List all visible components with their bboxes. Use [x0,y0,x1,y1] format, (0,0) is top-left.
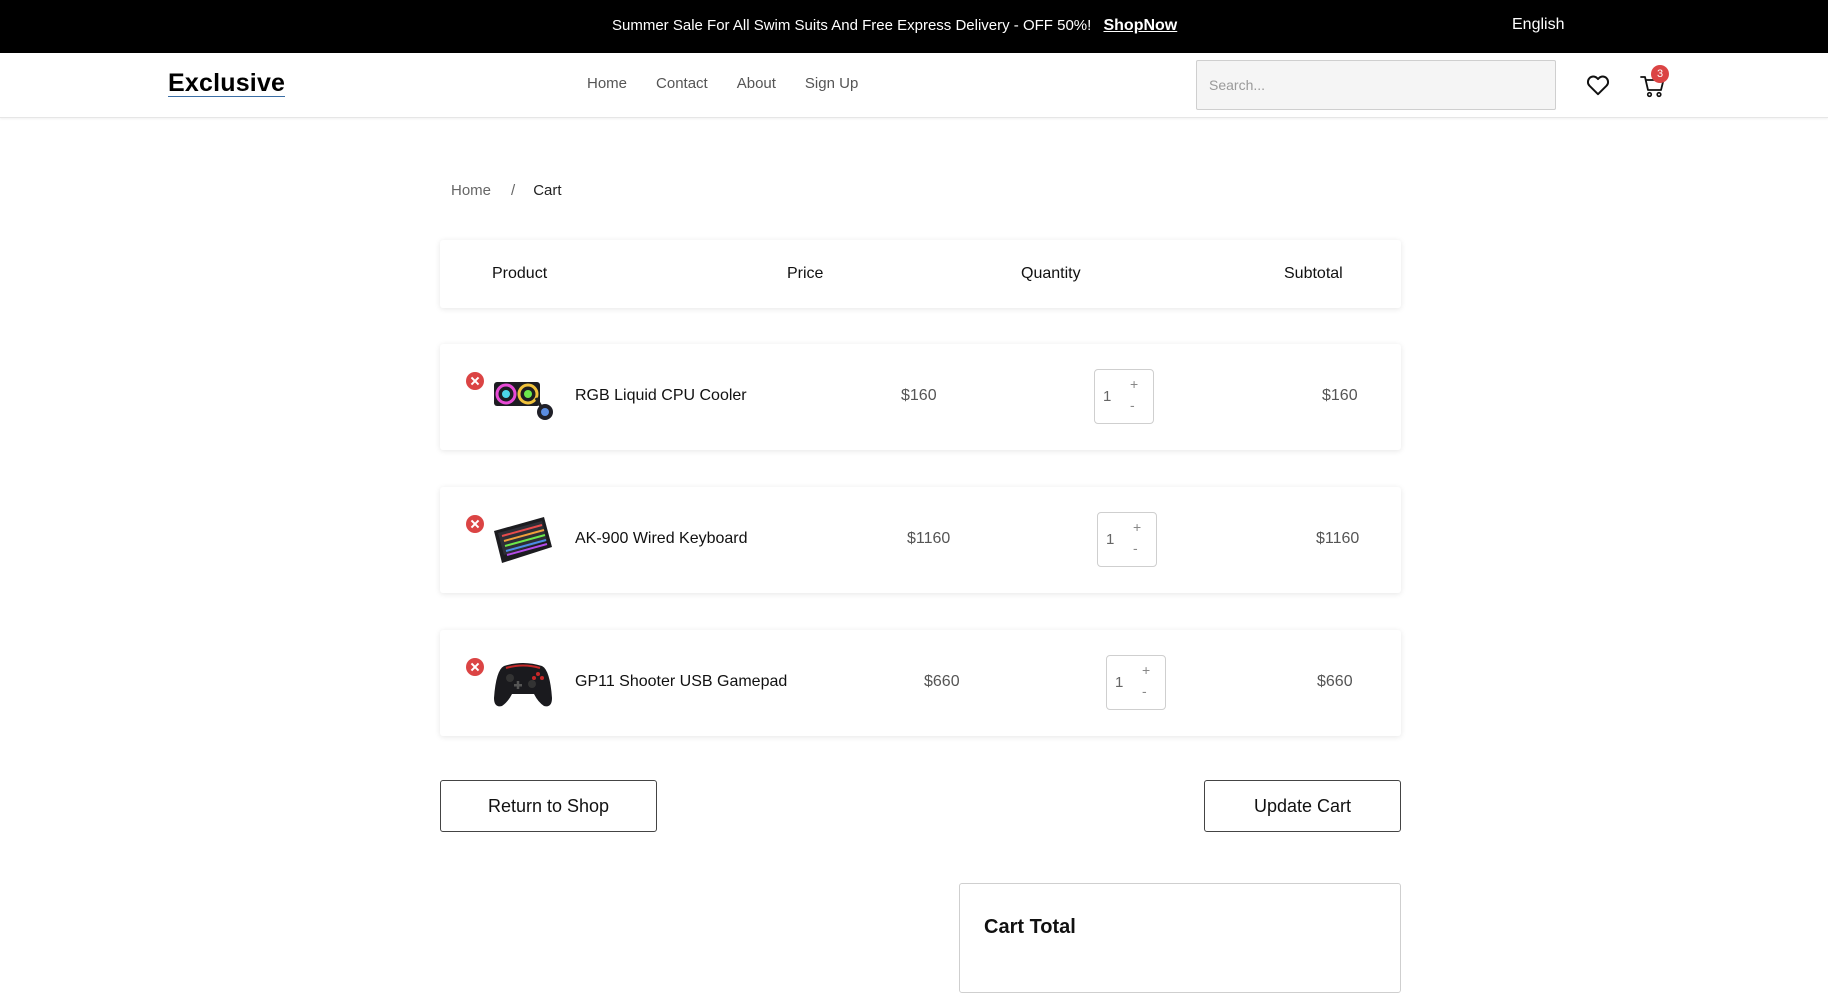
increment-button[interactable]: + [1133,519,1141,535]
quantity-value[interactable]: 1 [1103,388,1111,405]
product-price: $1160 [907,530,951,547]
site-header: Exclusive Home Contact About Sign Up 3 [0,53,1828,118]
gamepad-image [494,663,552,707]
cart-row: GP11 Shooter USB Gamepad $660 1 + - $660 [440,630,1401,736]
quantity-stepper[interactable]: 1 + - [1106,655,1166,710]
header-product: Product [492,265,548,282]
breadcrumb-separator: / [511,182,516,199]
cart-table-header: Product Price Quantity Subtotal [440,240,1401,308]
product-price: $160 [901,387,937,404]
decrement-button[interactable]: - [1133,540,1138,556]
search-input[interactable] [1196,60,1556,110]
heart-icon[interactable] [1585,72,1611,98]
quantity-value[interactable]: 1 [1106,531,1114,548]
nav-home[interactable]: Home [587,75,627,92]
promo-banner: Summer Sale For All Swim Suits And Free … [612,17,1177,35]
cpu-cooler-image [494,382,553,420]
breadcrumb: Home / Cart [451,182,562,199]
product-name[interactable]: AK-900 Wired Keyboard [575,530,748,548]
decrement-button[interactable]: - [1142,683,1147,699]
logo[interactable]: Exclusive [168,70,286,97]
return-to-shop-button[interactable]: Return to Shop [440,780,657,832]
remove-item-icon[interactable] [466,658,484,676]
update-cart-button[interactable]: Update Cart [1204,780,1401,832]
shop-now-link[interactable]: ShopNow [1103,17,1177,34]
nav-about[interactable]: About [737,75,776,92]
promo-text: Summer Sale For All Swim Suits And Free … [612,17,1092,34]
cart-row: AK-900 Wired Keyboard $1160 1 + - $1160 [440,487,1401,593]
quantity-stepper[interactable]: 1 + - [1094,369,1154,424]
top-banner: Summer Sale For All Swim Suits And Free … [0,0,1828,53]
product-name[interactable]: RGB Liquid CPU Cooler [575,387,747,405]
product-subtotal: $660 [1317,673,1353,690]
product-subtotal: $160 [1322,387,1358,404]
header-price: Price [787,265,824,282]
decrement-button[interactable]: - [1130,397,1135,413]
header-quantity: Quantity [1021,265,1081,282]
language-selector[interactable]: English [1512,16,1564,34]
main-nav: Home Contact About Sign Up [587,75,887,92]
cart-row: RGB Liquid CPU Cooler $160 1 + - $160 [440,344,1401,450]
quantity-value[interactable]: 1 [1115,674,1123,691]
increment-button[interactable]: + [1142,662,1150,678]
header-subtotal: Subtotal [1284,265,1343,282]
product-name[interactable]: GP11 Shooter USB Gamepad [575,673,787,691]
breadcrumb-current: Cart [533,182,562,199]
cart-count-badge: 3 [1651,65,1669,83]
keyboard-image [494,517,552,563]
product-subtotal: $1160 [1316,530,1360,547]
breadcrumb-home[interactable]: Home [451,182,491,199]
remove-item-icon[interactable] [466,515,484,533]
cart-total-title: Cart Total [984,916,1076,938]
remove-item-icon[interactable] [466,372,484,390]
product-price: $660 [924,673,960,690]
nav-contact[interactable]: Contact [656,75,708,92]
quantity-stepper[interactable]: 1 + - [1097,512,1157,567]
increment-button[interactable]: + [1130,376,1138,392]
nav-sign-up[interactable]: Sign Up [805,75,858,92]
cart-total-panel: Cart Total [959,883,1401,993]
